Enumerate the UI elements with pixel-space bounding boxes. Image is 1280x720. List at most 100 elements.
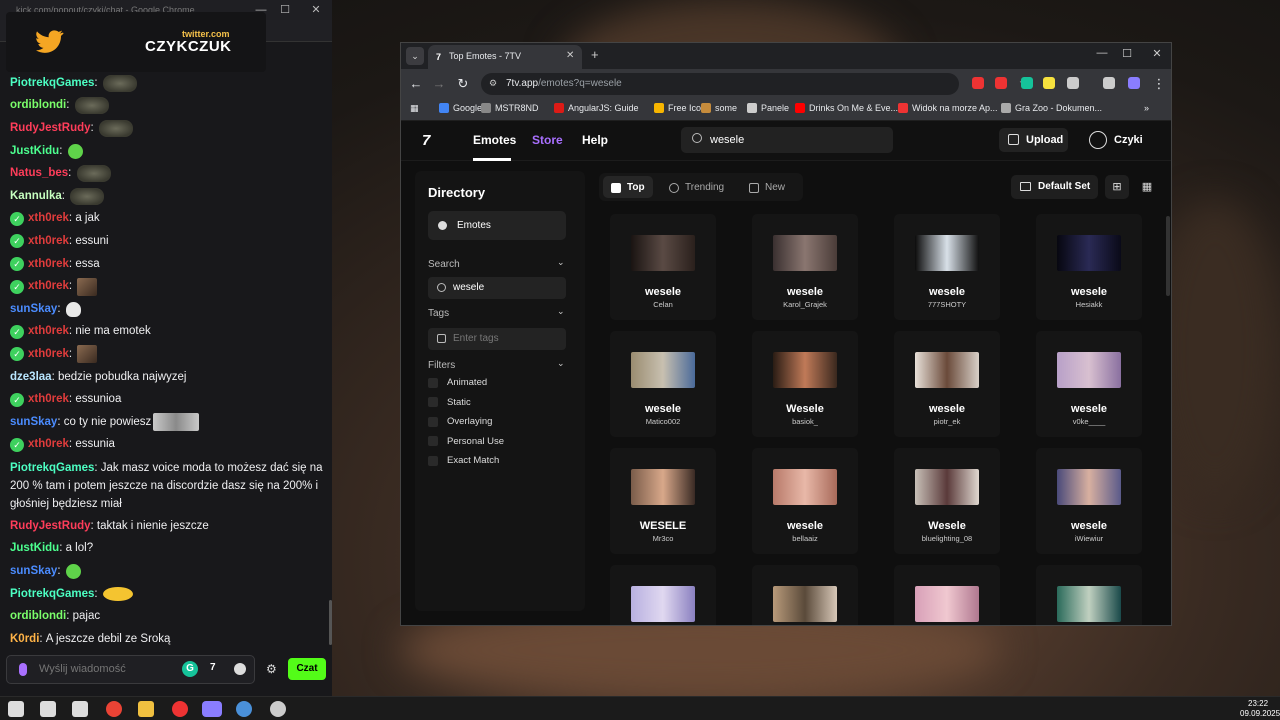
back-icon[interactable]: ← bbox=[408, 76, 424, 91]
windows-start-icon[interactable] bbox=[8, 701, 24, 717]
page-scrollbar[interactable] bbox=[1166, 216, 1170, 296]
chevron-down-icon[interactable]: ⌄ bbox=[557, 358, 565, 369]
bookmark-item[interactable]: some bbox=[701, 103, 737, 113]
filter-checkbox[interactable] bbox=[428, 436, 438, 446]
emote-card[interactable]: wesele bellaaiz bbox=[752, 448, 858, 554]
emote-card[interactable]: wesele Celan bbox=[610, 214, 716, 320]
chevron-down-icon[interactable]: ⌄ bbox=[557, 306, 565, 317]
task-view-icon[interactable] bbox=[72, 701, 88, 717]
search-icon[interactable] bbox=[40, 701, 56, 717]
chat-username[interactable]: PiotrekqGames bbox=[10, 462, 94, 474]
emote-author[interactable]: Mr3co bbox=[610, 534, 716, 543]
emote-card[interactable]: wesele Hesiakk bbox=[1036, 214, 1142, 320]
minimize-icon[interactable]: — bbox=[1091, 47, 1113, 59]
nav-store[interactable]: Store bbox=[532, 133, 563, 147]
chat-username[interactable]: xth0rek bbox=[28, 324, 69, 339]
extension-icon[interactable] bbox=[1103, 77, 1115, 89]
chat-username[interactable]: dze3laa bbox=[10, 370, 52, 385]
nav-emotes[interactable]: Emotes bbox=[473, 133, 516, 147]
more-bookmarks-icon[interactable]: » bbox=[1144, 103, 1149, 113]
filter-option[interactable]: Overlaying bbox=[428, 416, 492, 427]
default-set-button[interactable]: Default Set bbox=[1011, 175, 1098, 199]
emote-author[interactable]: Karol_Grajek bbox=[752, 300, 858, 309]
chat-username[interactable]: xth0rek bbox=[28, 392, 69, 407]
chevron-down-icon[interactable]: ⌄ bbox=[557, 257, 565, 268]
filter-option[interactable]: Exact Match bbox=[428, 455, 499, 466]
extension-icon[interactable] bbox=[972, 77, 984, 89]
forward-icon[interactable]: → bbox=[431, 76, 447, 91]
chat-username[interactable]: xth0rek bbox=[28, 257, 69, 272]
close-icon[interactable]: ✕ bbox=[1146, 47, 1168, 60]
bookmark-item[interactable]: Panele bbox=[747, 103, 789, 113]
maximize-icon[interactable]: ☐ bbox=[274, 0, 296, 20]
filter-checkbox[interactable] bbox=[428, 416, 438, 427]
bookmark-item[interactable]: Drinks On Me & Eve... bbox=[795, 103, 898, 113]
chat-message-input[interactable] bbox=[39, 663, 179, 675]
avatar[interactable] bbox=[1089, 131, 1107, 149]
chat-send-button[interactable]: Czat bbox=[288, 658, 326, 680]
emote-image[interactable] bbox=[74, 97, 109, 115]
user-name[interactable]: Czyki bbox=[1114, 134, 1143, 146]
chat-input-box[interactable]: G 7 bbox=[6, 655, 255, 684]
filter-option[interactable]: Animated bbox=[428, 377, 487, 388]
discord-icon[interactable] bbox=[202, 701, 222, 717]
chat-username[interactable]: RudyJestRudy bbox=[10, 121, 91, 136]
emote-card[interactable]: wesele iWiewiur bbox=[1036, 448, 1142, 554]
emote-card[interactable] bbox=[752, 565, 858, 625]
emote-card[interactable] bbox=[894, 565, 1000, 625]
emote-card[interactable]: WESELE Mr3co bbox=[610, 448, 716, 554]
emote-author[interactable]: piotr_ek bbox=[894, 417, 1000, 426]
extension-icon[interactable] bbox=[1067, 77, 1079, 89]
seventv-logo[interactable]: 7 bbox=[422, 132, 430, 149]
chrome-icon[interactable] bbox=[106, 701, 122, 717]
emote-author[interactable]: basiok_ bbox=[752, 417, 858, 426]
chat-username[interactable]: xth0rek bbox=[28, 234, 69, 249]
chat-username[interactable]: xth0rek bbox=[28, 347, 69, 362]
upload-button[interactable]: Upload bbox=[999, 128, 1068, 152]
address-bar-url[interactable]: 7tv.app/emotes?q=wesele bbox=[506, 78, 622, 89]
emote-author[interactable]: Hesiakk bbox=[1036, 300, 1142, 309]
emote-author[interactable]: iWiewiur bbox=[1036, 534, 1142, 543]
emote-image[interactable] bbox=[98, 119, 133, 137]
emote-card[interactable]: wesele Karol_Grajek bbox=[752, 214, 858, 320]
chat-username[interactable]: ordiblondi bbox=[10, 98, 66, 113]
emote-image[interactable] bbox=[153, 413, 200, 432]
chat-username[interactable]: xth0rek bbox=[28, 437, 69, 452]
emoji-picker-icon[interactable] bbox=[234, 663, 246, 675]
site-info-icon[interactable]: ⚙ bbox=[489, 78, 501, 90]
emote-card[interactable]: Wesele basiok_ bbox=[752, 331, 858, 437]
chat-username[interactable]: K0rdi bbox=[10, 632, 39, 647]
emote-image[interactable] bbox=[102, 587, 133, 602]
filter-checkbox[interactable] bbox=[428, 397, 438, 407]
chat-username[interactable]: Natus_bes bbox=[10, 166, 68, 181]
sidebar-item-emotes[interactable]: Emotes bbox=[428, 211, 566, 240]
new-tab-icon[interactable]: + bbox=[591, 47, 599, 62]
emote-author[interactable]: Celan bbox=[610, 300, 716, 309]
chat-username[interactable]: PiotrekqGames bbox=[10, 76, 94, 91]
emote-image[interactable] bbox=[70, 187, 105, 205]
bookmark-item[interactable]: Google bbox=[439, 103, 482, 113]
tab-trending[interactable]: Trending bbox=[667, 178, 724, 198]
emote-image[interactable] bbox=[65, 564, 81, 580]
nav-help[interactable]: Help bbox=[582, 133, 608, 147]
emote-card[interactable]: wesele v0ke____ bbox=[1036, 331, 1142, 437]
tab-new[interactable]: New bbox=[747, 178, 785, 198]
grammarly-icon[interactable]: G bbox=[182, 661, 198, 677]
chat-settings-icon[interactable]: ⚙ bbox=[266, 662, 277, 676]
chat-scrollbar[interactable] bbox=[329, 600, 332, 645]
emote-card[interactable]: wesele 777SHOTY bbox=[894, 214, 1000, 320]
small-grid-view-icon[interactable]: ▦ bbox=[1135, 175, 1159, 199]
seventv-emote-picker-icon[interactable]: 7 bbox=[210, 662, 216, 673]
address-bar[interactable]: ⚙ 7tv.app/emotes?q=wesele ☆ bbox=[481, 73, 1030, 95]
filter-option[interactable]: Static bbox=[428, 397, 471, 408]
close-icon[interactable]: ✕ bbox=[305, 0, 327, 20]
browser-menu-icon[interactable]: ⋮ bbox=[1151, 76, 1167, 92]
tab-search-button[interactable]: ⌄ bbox=[406, 47, 424, 65]
chat-username[interactable]: xth0rek bbox=[28, 279, 69, 294]
chat-username[interactable]: RudyJestRudy bbox=[10, 519, 91, 534]
extension-icon[interactable] bbox=[995, 77, 1007, 89]
emote-author[interactable]: bluelighting_08 bbox=[894, 534, 1000, 543]
tab-close-icon[interactable]: ✕ bbox=[566, 50, 574, 61]
emote-author[interactable]: Matico002 bbox=[610, 417, 716, 426]
chat-username[interactable]: xth0rek bbox=[28, 211, 69, 226]
